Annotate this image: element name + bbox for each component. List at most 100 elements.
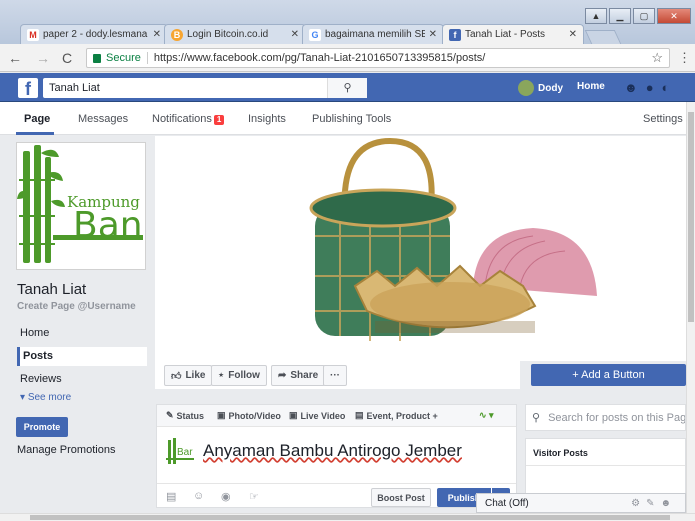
post-composer: ✎ Status ▣ Photo/Video ▣ Live Video ▤ Event,… [156, 404, 517, 508]
minimize-icon[interactable]: ▁ [609, 8, 631, 24]
profile-link[interactable]: Dody [518, 80, 563, 96]
home-link[interactable]: Home [577, 81, 605, 92]
close-tab-icon[interactable]: ✕ [153, 29, 161, 40]
promote-button[interactable]: Promote [16, 417, 68, 437]
search-icon: ⚲ [532, 412, 541, 424]
page-action-bar: 👍︎ Like ⋆ Follow ➦ Share ··· [155, 361, 520, 389]
compose-icon[interactable]: ✎ [646, 498, 660, 509]
notifications-globe-icon[interactable]: ◐ [662, 80, 670, 95]
composer-tabs: ✎ Status ▣ Photo/Video ▣ Live Video ▤ Event,… [157, 405, 516, 427]
see-more-link[interactable]: ▾ See more [20, 392, 71, 403]
facebook-logo-icon[interactable]: f [18, 78, 38, 99]
share-label: Share [290, 370, 319, 381]
friend-requests-icon[interactable]: ☻ [624, 80, 638, 95]
url-field[interactable]: Secure https://www.facebook.com/pg/Tanah… [86, 48, 670, 68]
messenger-icon[interactable]: ● [646, 80, 654, 95]
tab-notifications[interactable]: Notifications 1 [152, 113, 225, 125]
forward-icon[interactable]: → [36, 50, 50, 66]
follow-button[interactable]: ⋆ Follow [211, 365, 267, 386]
search-value: Tanah Liat [49, 82, 100, 94]
google-icon: G [309, 28, 321, 41]
like-button[interactable]: 👍︎ Like [164, 365, 213, 386]
new-tab-button[interactable] [584, 30, 622, 44]
sidebar-item-home[interactable]: Home [17, 324, 147, 343]
bookmark-star-icon[interactable]: ☆ [651, 50, 663, 66]
browser-menu-icon[interactable]: ⋮ [678, 50, 691, 66]
browser-tab-facebook[interactable]: f Tanah Liat - Posts ✕ [442, 24, 584, 44]
tab-photo-video[interactable]: ▣ Photo/Video [217, 410, 281, 421]
visitor-posts-heading: Visitor Posts [533, 448, 588, 458]
browser-tab-gmail[interactable]: M paper 2 - dody.lesmana ✕ [20, 24, 168, 44]
rss-icon: ⋆ [218, 370, 225, 381]
cover-photo[interactable] [155, 136, 687, 361]
scrollbar-thumb[interactable] [688, 112, 694, 322]
tab-messages[interactable]: Messages [78, 113, 128, 125]
tab-insights[interactable]: Insights [248, 113, 286, 125]
tab-publishing-tools[interactable]: Publishing Tools [312, 113, 391, 125]
search-icon[interactable]: ⚲ [327, 78, 367, 98]
location-pin-icon[interactable]: ◉ [221, 490, 231, 503]
close-tab-icon[interactable]: ✕ [429, 29, 437, 40]
browser-tab-google[interactable]: G bagaimana memilih SEO ✕ [302, 24, 444, 44]
bitcoin-icon: B [171, 28, 183, 41]
address-bar: ← → C Secure https://www.facebook.com/pg… [0, 44, 695, 72]
tab-settings[interactable]: Settings [643, 113, 683, 125]
tab-title: Login Bitcoin.co.id [187, 29, 269, 40]
see-more-label: See more [27, 392, 72, 403]
bamboo-basket-photo [155, 136, 687, 361]
close-tab-icon[interactable]: ✕ [291, 29, 299, 40]
sidebar-item-posts[interactable]: Posts [17, 347, 147, 366]
tab-status-label: Status [176, 410, 205, 421]
live-video-icon: ▣ [289, 410, 298, 420]
create-username-link[interactable]: Create Page @Username [17, 301, 136, 312]
logo-text-ban: Ban [73, 205, 143, 246]
maximize-icon[interactable]: ▢ [633, 8, 655, 24]
tab-event-product[interactable]: ▤ Event, Product + [355, 410, 438, 421]
manage-promotions-link[interactable]: Manage Promotions [17, 444, 115, 456]
search-posts-input[interactable]: ⚲ Search for posts on this Page [525, 404, 686, 431]
thumbs-icon[interactable]: ☞ [249, 490, 259, 503]
secure-label: Secure [106, 52, 141, 64]
tab-notifications-label: Notifications [152, 113, 212, 125]
close-tab-icon[interactable]: ✕ [569, 29, 577, 40]
browser-tab-bitcoin[interactable]: B Login Bitcoin.co.id ✕ [164, 24, 306, 44]
reload-icon[interactable]: C [62, 50, 72, 66]
chat-tools: ⚙✎☻ [631, 498, 677, 509]
profile-picture[interactable]: Kampung Ban [16, 142, 146, 270]
composer-text[interactable]: Anyaman Bambu Antirogo Jember [203, 441, 462, 461]
gear-icon[interactable]: ⚙ [631, 498, 646, 509]
page-avatar: Bar [165, 438, 195, 466]
photo-icon: ▣ [217, 410, 226, 420]
browser-tab-bar: M paper 2 - dody.lesmana ✕ B Login Bitco… [0, 0, 695, 44]
sidebar-item-reviews[interactable]: Reviews [17, 370, 147, 389]
more-options-button[interactable]: ··· [323, 365, 347, 386]
camera-icon[interactable]: ▤ [166, 490, 176, 503]
post-as-selector[interactable]: ∿ ▾ [479, 410, 494, 421]
back-icon[interactable]: ← [8, 50, 22, 66]
tab-title: Tanah Liat - Posts [465, 29, 546, 40]
share-button[interactable]: ➦ Share [271, 365, 326, 386]
tab-status[interactable]: ✎ Status [166, 410, 204, 421]
people-icon[interactable]: ☻ [660, 498, 677, 509]
horizontal-scrollbar[interactable] [0, 513, 695, 521]
lock-icon [93, 53, 101, 63]
scrollbar-thumb[interactable] [30, 515, 670, 520]
chat-bar[interactable]: Chat (Off) ⚙✎☻ [476, 493, 686, 513]
vertical-scrollbar[interactable] [686, 102, 695, 513]
tab-photo-video-label: Photo/Video [228, 410, 281, 421]
boost-post-button[interactable]: Boost Post [371, 488, 431, 507]
follow-label: Follow [228, 370, 260, 381]
active-tab-indicator [16, 132, 54, 135]
close-window-icon[interactable]: ✕ [657, 8, 691, 24]
like-label: Like [185, 370, 206, 381]
tab-page[interactable]: Page [24, 113, 50, 125]
user-profile-icon[interactable]: ▲ [585, 8, 607, 24]
search-posts-placeholder: Search for posts on this Page [548, 411, 686, 424]
share-arrow-icon: ➦ [278, 370, 287, 381]
calendar-icon: ▤ [355, 410, 364, 420]
facebook-search-input[interactable]: Tanah Liat ⚲ [43, 78, 367, 98]
feeling-emoji-icon[interactable]: ☺ [193, 490, 204, 502]
add-a-button[interactable]: + Add a Button [531, 364, 686, 386]
tab-live-video[interactable]: ▣ Live Video [289, 410, 345, 421]
chat-status: Chat (Off) [485, 497, 529, 509]
